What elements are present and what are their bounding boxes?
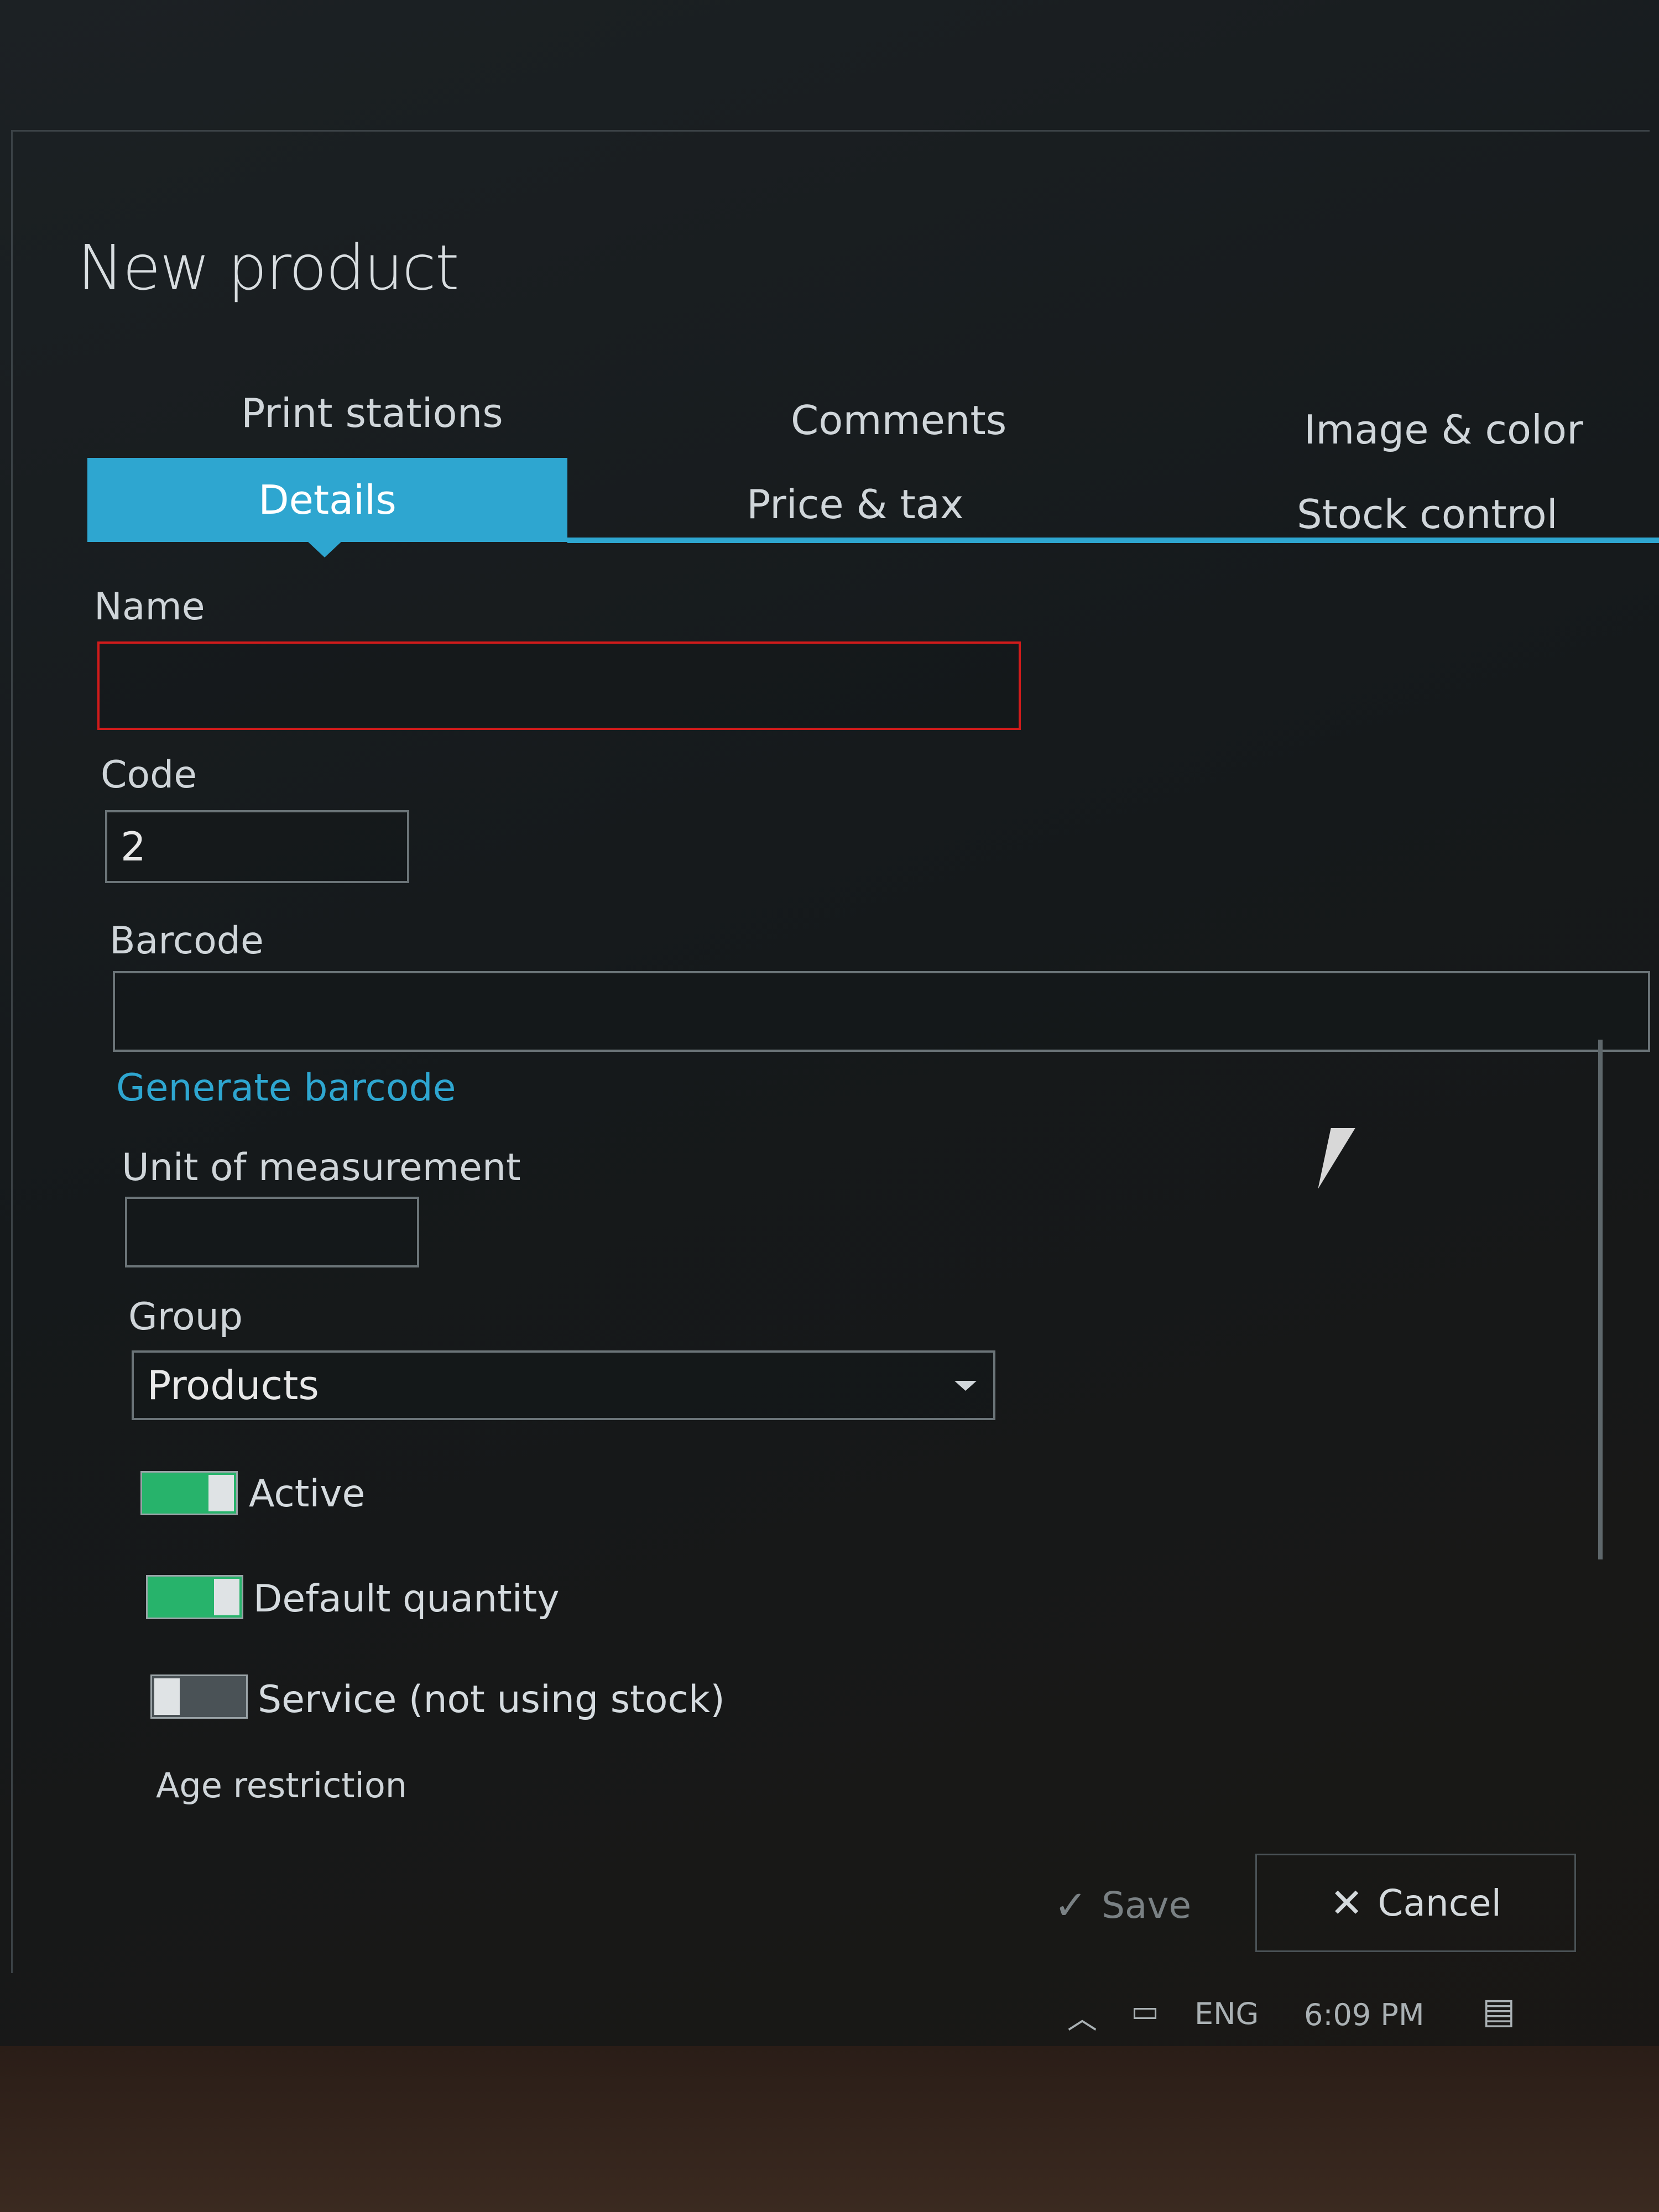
language-indicator[interactable]: ENG: [1194, 1996, 1259, 2031]
group-select-value: Products: [147, 1362, 319, 1408]
tab-print-stations[interactable]: Print stations: [241, 390, 503, 436]
toggle-knob: [208, 1475, 234, 1511]
notification-icon[interactable]: ▤: [1482, 1991, 1515, 2032]
toggle-knob: [154, 1678, 180, 1715]
unit-input[interactable]: [125, 1197, 419, 1267]
check-icon: ✓: [1053, 1882, 1088, 1928]
group-select[interactable]: Products: [132, 1350, 995, 1420]
close-icon: ✕: [1330, 1880, 1364, 1926]
barcode-input[interactable]: [113, 971, 1650, 1052]
group-label: Group: [128, 1295, 243, 1339]
meet-now-icon[interactable]: ▭: [1131, 1994, 1159, 2028]
active-tab-indicator: [307, 541, 342, 557]
monitor-bezel: [0, 2046, 1659, 2212]
tab-details[interactable]: Details: [87, 458, 567, 542]
screen: New product Print stations Comments Imag…: [0, 0, 1659, 2212]
tab-underline: [567, 538, 1659, 543]
generate-barcode-link[interactable]: Generate barcode: [116, 1066, 456, 1110]
barcode-label: Barcode: [109, 919, 264, 963]
code-input[interactable]: 2: [105, 810, 409, 883]
name-input[interactable]: [97, 641, 1021, 730]
tab-stock-control[interactable]: Stock control: [1297, 491, 1558, 538]
tab-image-color[interactable]: Image & color: [1304, 406, 1583, 453]
toggle-knob: [214, 1579, 239, 1615]
active-toggle[interactable]: [140, 1471, 238, 1515]
tab-price-tax[interactable]: Price & tax: [747, 481, 964, 528]
save-button-label: Save: [1102, 1884, 1192, 1927]
tab-comments[interactable]: Comments: [791, 397, 1006, 444]
service-toggle[interactable]: [150, 1674, 248, 1719]
service-label: Service (not using stock): [258, 1678, 725, 1721]
save-button[interactable]: ✓ Save: [990, 1869, 1255, 1941]
cancel-button[interactable]: ✕ Cancel: [1255, 1854, 1576, 1952]
dialog-title: New product: [77, 232, 460, 304]
chevron-up-icon[interactable]: ︿: [1067, 1994, 1097, 2037]
default-quantity-toggle[interactable]: [146, 1575, 243, 1619]
default-quantity-label: Default quantity: [253, 1577, 560, 1621]
active-label: Active: [249, 1472, 366, 1516]
code-label: Code: [101, 753, 197, 797]
scrollbar[interactable]: [1598, 1040, 1603, 1559]
age-restriction-label: Age restriction: [156, 1765, 408, 1806]
name-label: Name: [94, 585, 205, 629]
cancel-button-label: Cancel: [1378, 1881, 1501, 1924]
unit-label: Unit of measurement: [122, 1146, 521, 1190]
chevron-down-icon: [954, 1381, 977, 1391]
clock[interactable]: 6:09 PM: [1304, 1997, 1425, 2032]
